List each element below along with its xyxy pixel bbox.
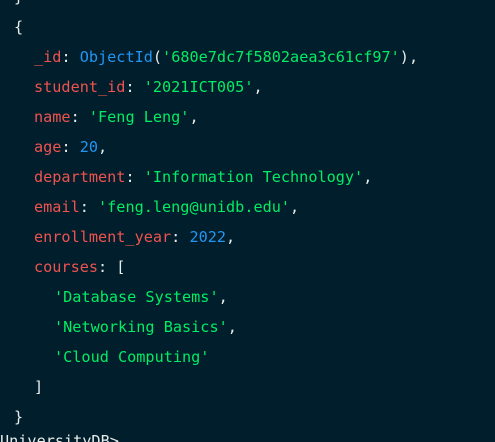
field-department: department: 'Information Technology',	[34, 168, 373, 186]
field-name: name: 'Feng Leng',	[34, 108, 199, 126]
courses-array-close: ]	[34, 378, 44, 396]
prompt-text: UniversityDB>	[0, 432, 119, 442]
course-value: 'Networking Basics'	[54, 318, 228, 336]
field-courses: courses: [	[34, 258, 126, 276]
field-age: age: 20,	[34, 138, 108, 156]
field-value: 20	[79, 138, 99, 156]
close-brace: }	[14, 408, 24, 426]
course-value: 'Cloud Computing'	[54, 348, 210, 366]
close-brace: }	[14, 0, 23, 6]
field-student-id: student_id: '2021ICT005',	[34, 78, 263, 96]
field-key: enrollment_year	[34, 228, 172, 246]
objectid-constructor: ObjectId	[79, 48, 153, 66]
course-item: 'Networking Basics',	[54, 318, 237, 336]
open-brace: {	[14, 18, 24, 36]
document-open-brace: {	[0, 12, 23, 42]
field-enrollment-year: enrollment_year: 2022,	[34, 228, 236, 246]
course-value: 'Database Systems'	[54, 288, 219, 306]
field-id: _id: ObjectId('680e7dc7f5802aea3c61cf97'…	[34, 48, 419, 66]
field-key: name	[34, 108, 71, 126]
course-item: 'Database Systems',	[54, 288, 228, 306]
field-value: 2022	[189, 228, 227, 246]
field-key: age	[34, 138, 62, 156]
field-key: email	[34, 198, 80, 216]
field-value: 'feng.leng@unidb.edu'	[98, 198, 291, 216]
field-key: _id	[34, 48, 62, 66]
previous-document-close-brace: }	[0, 0, 23, 12]
field-key: student_id	[34, 78, 126, 96]
field-value: '680e7dc7f5802aea3c61cf97'	[162, 48, 400, 66]
field-value: '2021ICT005'	[143, 78, 254, 96]
shell-prompt[interactable]: UniversityDB>	[0, 426, 119, 442]
mongosh-terminal-output: } { _id: ObjectId('680e7dc7f5802aea3c61c…	[0, 0, 495, 442]
field-key: courses	[34, 258, 99, 276]
field-value: 'Information Technology'	[143, 168, 364, 186]
course-item: 'Cloud Computing'	[0, 342, 209, 372]
field-email: email: 'feng.leng@unidb.edu',	[34, 198, 300, 216]
field-value: 'Feng Leng'	[88, 108, 190, 126]
field-key: department	[34, 168, 126, 186]
